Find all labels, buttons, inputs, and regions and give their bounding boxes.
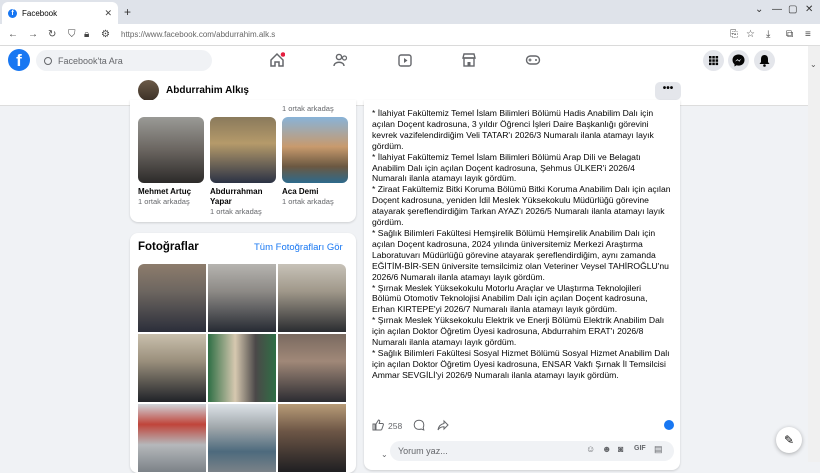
browser-navigation-bar: ← → ↻ ⛉ 🔒︎ ⚙ https://www.facebook.com/ab… bbox=[0, 24, 820, 46]
close-tab-icon[interactable]: ✕ bbox=[104, 8, 112, 19]
profile-name[interactable]: Abdurrahim Alkış bbox=[166, 85, 249, 96]
new-message-button[interactable]: ✎ bbox=[776, 427, 802, 453]
close-window-icon[interactable]: ✕ bbox=[805, 4, 813, 15]
tab-title: Facebook bbox=[22, 8, 58, 18]
address-bar[interactable]: https://www.facebook.com/abdurrahim.alk.… bbox=[121, 30, 275, 39]
share-icon[interactable] bbox=[437, 419, 449, 431]
photo-thumbnail[interactable] bbox=[208, 264, 276, 332]
translate-icon[interactable]: ⎘ bbox=[730, 29, 738, 40]
gif-icon[interactable]: GIF bbox=[634, 445, 646, 452]
avatar[interactable] bbox=[138, 80, 159, 101]
emoji-icon[interactable]: ☻ bbox=[602, 444, 611, 454]
friends-icon[interactable] bbox=[333, 52, 349, 68]
photos-title: Fotoğraflar bbox=[138, 241, 199, 253]
lock-icon[interactable]: 🔒︎ bbox=[84, 29, 89, 40]
friend-photo-aca[interactable] bbox=[282, 117, 348, 183]
like-reaction-icon bbox=[664, 420, 674, 430]
minimize-icon[interactable]: — bbox=[772, 4, 782, 15]
compose-icon: ✎ bbox=[783, 433, 795, 447]
permissions-icon[interactable]: ⚙ bbox=[101, 29, 110, 40]
friend-photo-mehmet[interactable] bbox=[138, 117, 204, 183]
photo-thumbnail[interactable] bbox=[278, 264, 346, 332]
notifications-button[interactable] bbox=[754, 50, 775, 71]
chevron-down-icon[interactable]: ⌄ bbox=[755, 4, 763, 15]
friend-name[interactable]: Mehmet Artuç bbox=[138, 187, 204, 197]
grid-icon bbox=[709, 56, 719, 66]
scroll-up-icon[interactable]: ⌄ bbox=[810, 60, 817, 69]
like-icon[interactable] bbox=[372, 419, 384, 431]
search-icon bbox=[44, 56, 52, 65]
gaming-icon[interactable] bbox=[525, 52, 541, 68]
photo-thumbnail[interactable] bbox=[138, 334, 206, 402]
menu-icon[interactable]: ≡ bbox=[805, 29, 811, 40]
messenger-button[interactable] bbox=[728, 50, 749, 71]
like-count[interactable]: 258 bbox=[388, 421, 402, 431]
search-placeholder: Facebook'ta Ara bbox=[58, 55, 123, 66]
sticker-icon[interactable]: ▤ bbox=[654, 444, 663, 455]
marketplace-icon[interactable] bbox=[461, 52, 477, 68]
forward-arrow-icon[interactable]: → bbox=[28, 29, 38, 40]
browser-tab[interactable]: f Facebook ✕ bbox=[2, 2, 118, 24]
friend-name[interactable]: Abdurrahman Yapar bbox=[210, 187, 272, 207]
extensions-icon[interactable]: ⧉ bbox=[786, 29, 793, 40]
facebook-favicon-icon: f bbox=[8, 8, 17, 18]
more-options-button[interactable]: ••• bbox=[655, 82, 681, 100]
messenger-icon bbox=[732, 54, 745, 67]
comment-icon[interactable] bbox=[413, 419, 425, 431]
friend-mutual: 1 ortak arkadaş bbox=[210, 207, 262, 216]
camera-icon[interactable]: ◙ bbox=[618, 444, 623, 454]
friend-mutual: 1 ortak arkadaş bbox=[138, 197, 190, 206]
browser-tab-bar: f Facebook ✕ + ⌄ — ▢ ✕ bbox=[0, 0, 820, 24]
bookmark-star-icon[interactable]: ☆ bbox=[746, 29, 755, 40]
reload-icon[interactable]: ↻ bbox=[48, 29, 56, 40]
page-scrollbar[interactable]: ⌄ bbox=[808, 46, 820, 462]
maximize-icon[interactable]: ▢ bbox=[788, 4, 797, 15]
search-input[interactable]: Facebook'ta Ara bbox=[36, 50, 212, 71]
menu-grid-button[interactable] bbox=[703, 50, 724, 71]
friend-mutual: 1 ortak arkadaş bbox=[282, 197, 334, 206]
home-icon[interactable] bbox=[269, 52, 285, 68]
facebook-header: f Facebook'ta Ara bbox=[0, 46, 808, 76]
chevron-down-icon[interactable]: ⌄ bbox=[381, 450, 388, 459]
photo-thumbnail[interactable] bbox=[208, 334, 276, 402]
see-all-photos-link[interactable]: Tüm Fotoğrafları Gör bbox=[254, 242, 343, 253]
video-icon[interactable] bbox=[397, 52, 413, 68]
back-arrow-icon[interactable]: ← bbox=[8, 29, 18, 40]
friend-mutual-top: 1 ortak arkadaş bbox=[282, 104, 334, 113]
photo-thumbnail[interactable] bbox=[278, 334, 346, 402]
post-text: * İlahiyat Fakültemiz Temel İslam Biliml… bbox=[372, 108, 671, 380]
photo-thumbnail[interactable] bbox=[138, 264, 206, 332]
avatar-sticker-icon[interactable]: ☺ bbox=[586, 444, 595, 454]
download-icon[interactable]: ⤓ bbox=[766, 29, 770, 40]
friend-name[interactable]: Aca Demi bbox=[282, 187, 348, 197]
new-tab-button[interactable]: + bbox=[124, 5, 131, 19]
comment-placeholder: Yorum yaz... bbox=[398, 446, 448, 456]
bell-icon bbox=[759, 55, 770, 67]
facebook-logo-icon[interactable]: f bbox=[8, 49, 30, 71]
friend-photo-abdurrahman[interactable] bbox=[210, 117, 276, 183]
comment-input[interactable]: Yorum yaz... ☺ ☻ ◙ GIF ▤ bbox=[390, 441, 674, 461]
shield-icon[interactable]: ⛉ bbox=[68, 29, 76, 40]
